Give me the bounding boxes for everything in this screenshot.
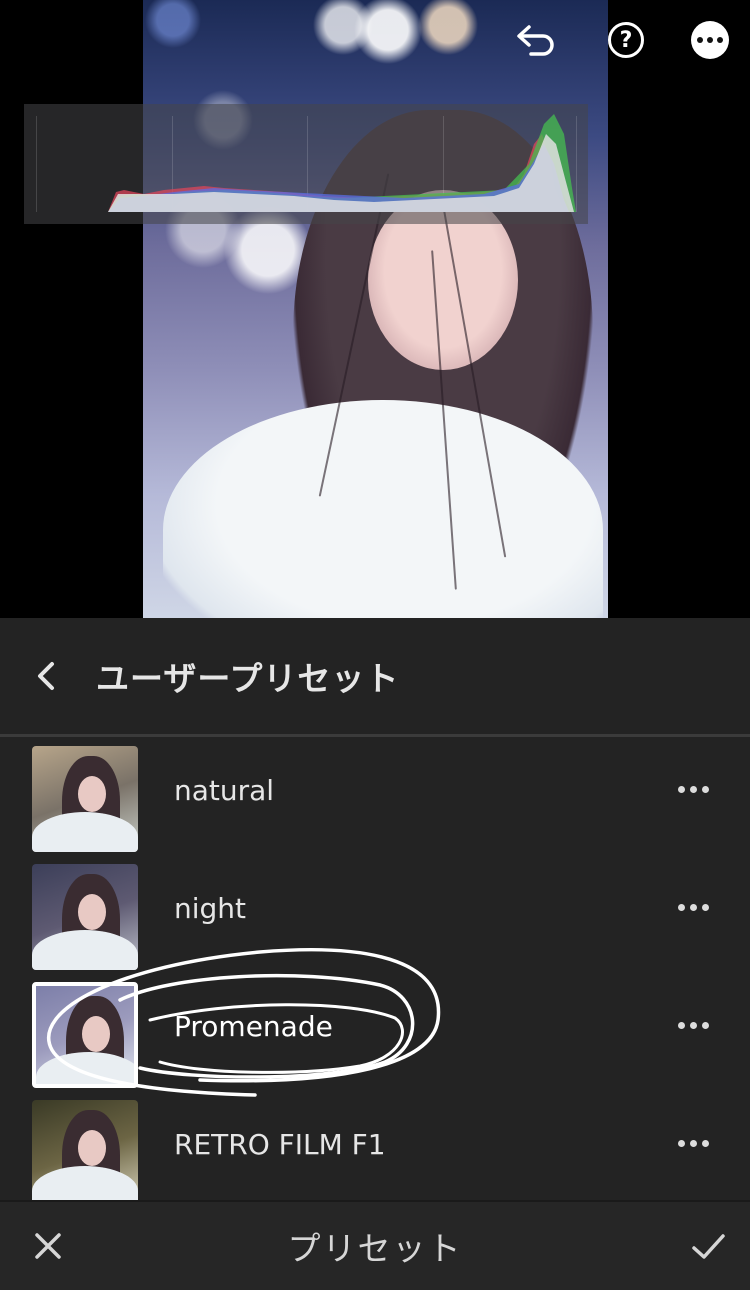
preset-label: RETRO FILM F1 [174, 1128, 386, 1161]
preset-item-night[interactable]: night [0, 854, 750, 972]
preset-item-promenade[interactable]: Promenade [0, 972, 750, 1090]
preset-label: Promenade [174, 1010, 333, 1043]
undo-arrow-glyph [517, 25, 554, 56]
footer-title: プリセット [287, 1229, 463, 1268]
preset-label: natural [174, 774, 275, 807]
help-icon[interactable]: ? [604, 18, 648, 62]
panel-header: ユーザープリセット [0, 618, 750, 734]
preset-thumbnail [32, 746, 138, 852]
panel-title: ユーザープリセット [96, 659, 400, 698]
preset-panel: ユーザープリセット natural night Promenade RETRO … [0, 618, 750, 1288]
preset-item-retro-film-f1[interactable]: RETRO FILM F1 [0, 1090, 750, 1208]
help-icon-glyph: ? [608, 22, 644, 58]
preset-item-natural[interactable]: natural [0, 736, 750, 854]
more-icon[interactable] [688, 18, 732, 62]
preset-thumbnail [32, 1100, 138, 1206]
histogram[interactable] [24, 104, 588, 224]
back-button[interactable] [26, 654, 70, 698]
bottom-toolbar: プリセット [0, 1200, 750, 1290]
photo [143, 0, 608, 618]
confirm-button[interactable] [686, 1224, 730, 1268]
more-options-icon[interactable] [678, 904, 709, 911]
preset-thumbnail [32, 864, 138, 970]
more-options-icon[interactable] [678, 1022, 709, 1029]
chevron-left-icon [38, 662, 54, 690]
preset-thumbnail-selected [32, 982, 138, 1088]
undo-icon[interactable] [514, 18, 558, 62]
preset-label: night [174, 892, 247, 925]
more-options-icon[interactable] [678, 1140, 709, 1147]
photo-viewer[interactable]: ? [0, 0, 750, 618]
more-icon-glyph [691, 21, 729, 59]
more-options-icon[interactable] [678, 786, 709, 793]
histogram-graph [108, 114, 576, 212]
checkmark-icon [692, 1234, 725, 1259]
